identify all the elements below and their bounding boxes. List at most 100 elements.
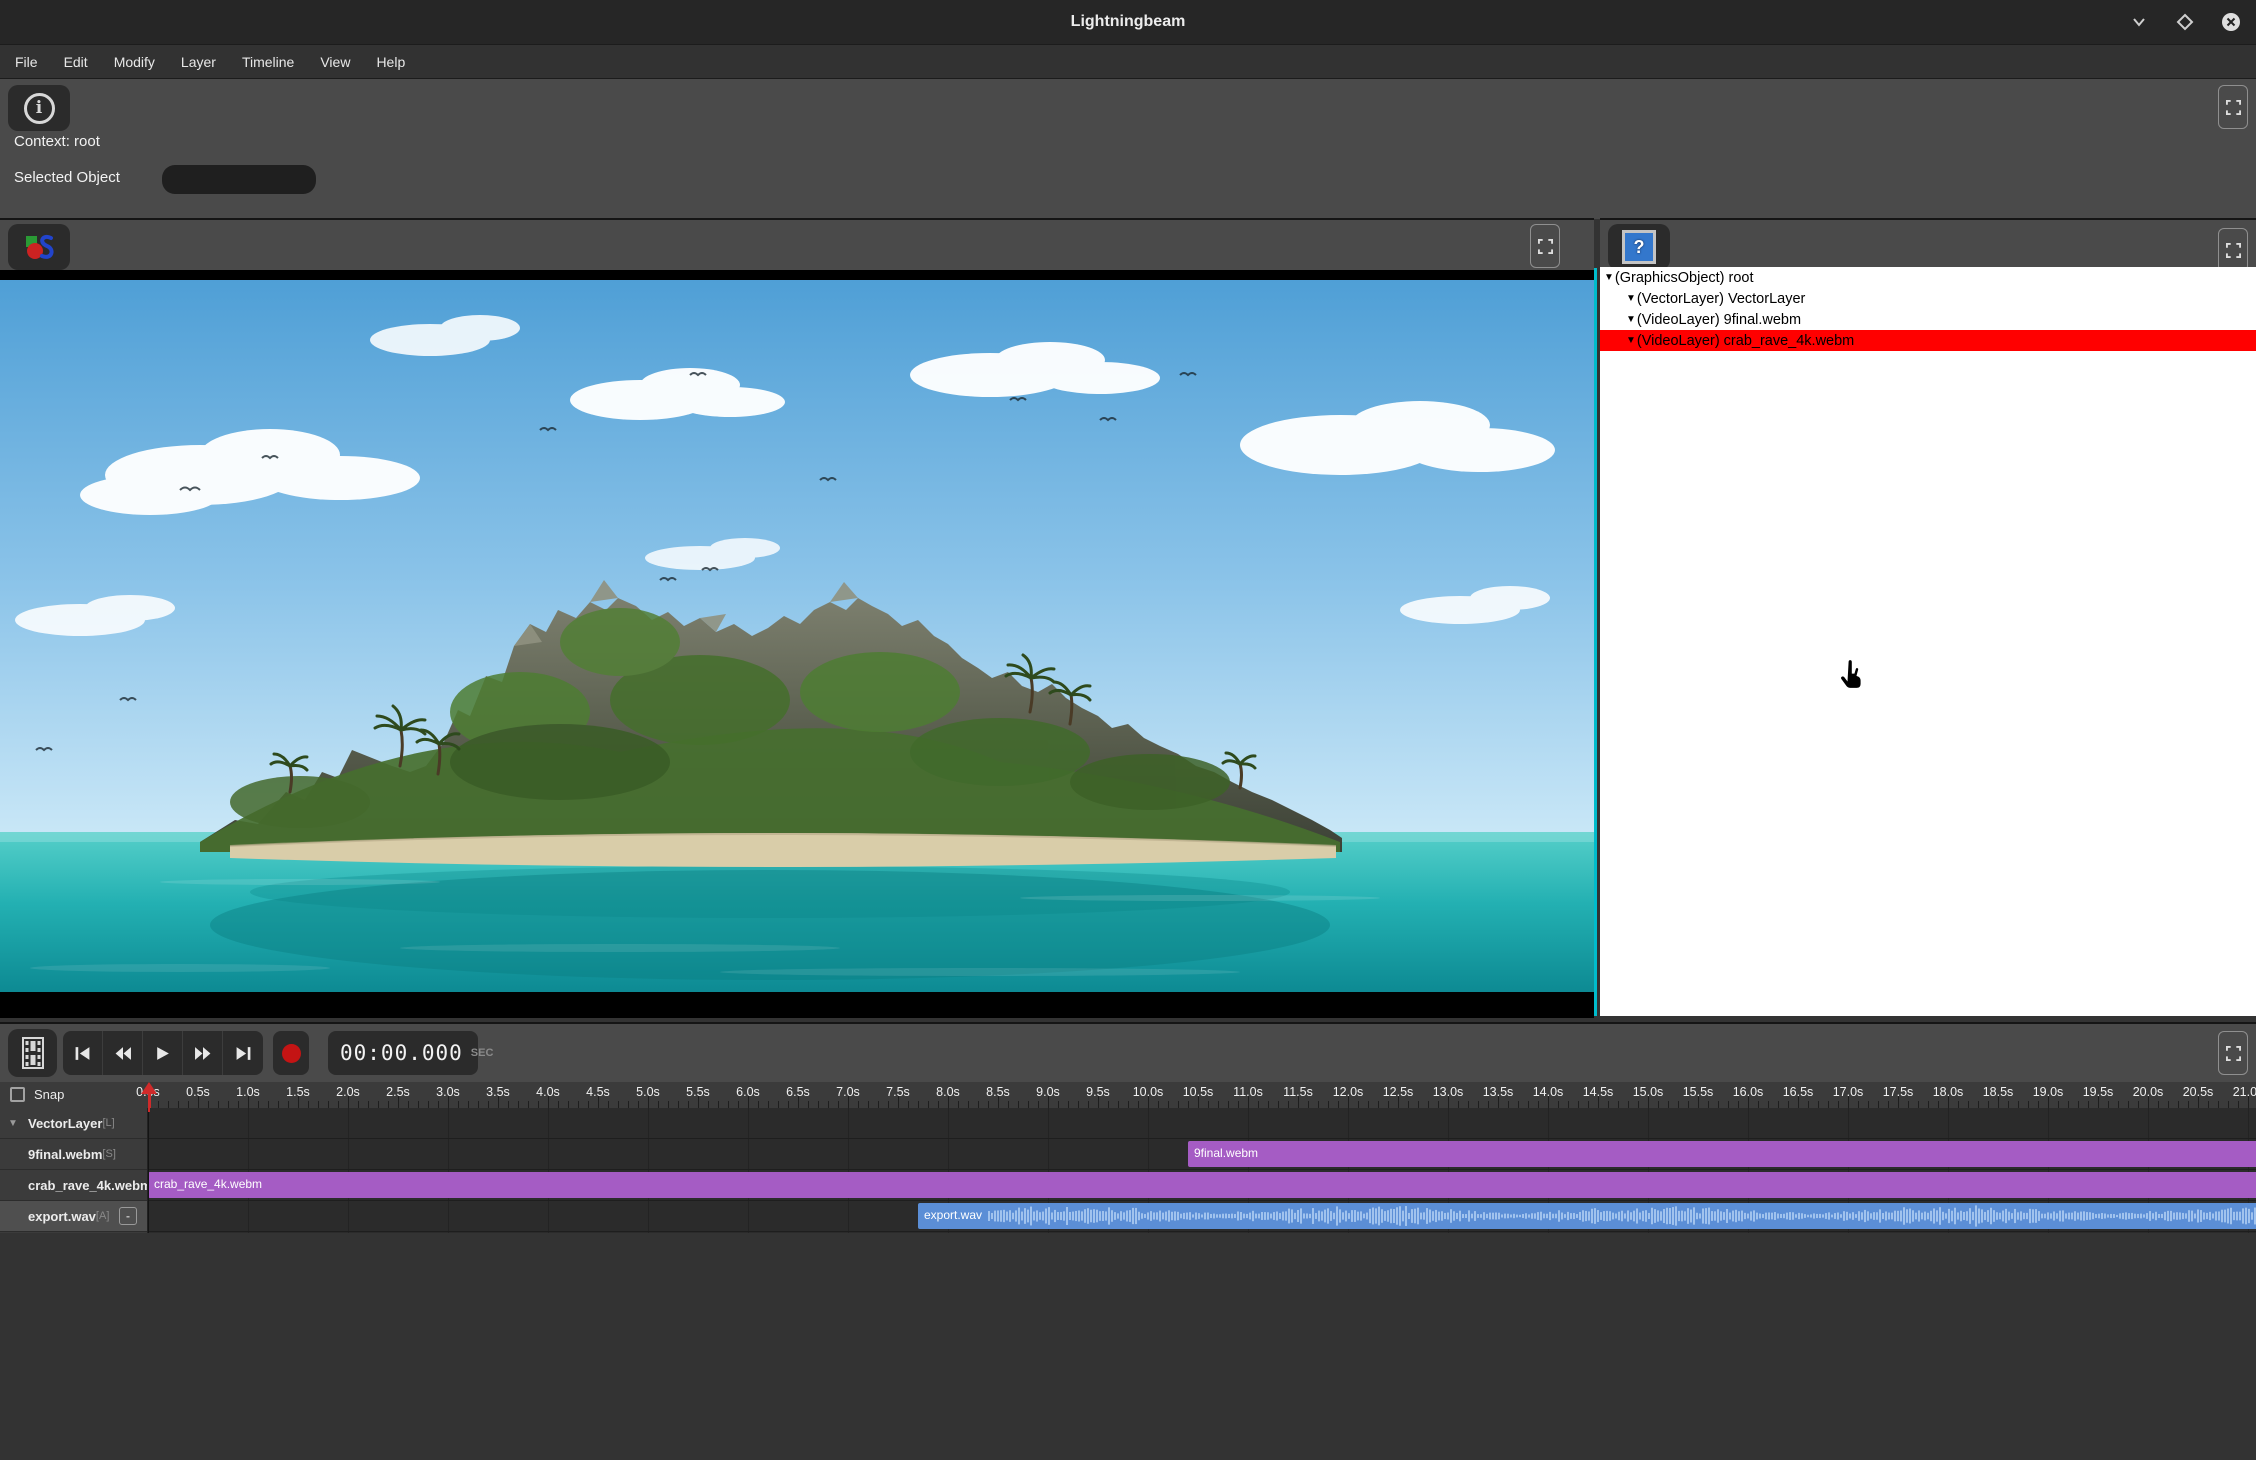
skip-to-end-icon xyxy=(235,1045,252,1062)
menu-item-edit[interactable]: Edit xyxy=(51,54,101,70)
track-label-9final.webm[interactable]: 9final.webm[S] xyxy=(0,1139,147,1170)
maximize-button[interactable] xyxy=(2174,11,2196,33)
ruler-tick xyxy=(1238,1101,1239,1108)
ruler-tick xyxy=(1788,1101,1789,1108)
ruler-tick xyxy=(1358,1101,1359,1108)
menu-item-file[interactable]: File xyxy=(2,54,51,70)
play-button[interactable] xyxy=(143,1031,183,1075)
outline-tab[interactable]: ? xyxy=(1608,224,1670,270)
ruler-tick xyxy=(1938,1101,1939,1108)
track-lanes[interactable]: 9final.webm crab_rave_4k.webm export.wav xyxy=(148,1108,2256,1233)
ruler-tick xyxy=(638,1101,639,1108)
ruler-tick xyxy=(2028,1101,2029,1108)
ruler-tick xyxy=(578,1101,579,1108)
ruler-tick xyxy=(1508,1101,1509,1108)
ruler-tick-label: 19.0s xyxy=(2033,1085,2064,1099)
ruler-tick xyxy=(308,1101,309,1108)
record-button[interactable] xyxy=(273,1031,309,1075)
ruler-tick xyxy=(468,1101,469,1108)
tree-item[interactable]: ▼(GraphicsObject) root xyxy=(1600,267,2256,288)
track-lane-crab_rave_4k.webm[interactable]: crab_rave_4k.webm xyxy=(148,1170,2256,1201)
ruler-tick xyxy=(1578,1101,1579,1108)
ruler-tick xyxy=(778,1101,779,1108)
ruler-tick xyxy=(628,1101,629,1108)
ruler-tick xyxy=(1328,1101,1329,1108)
tree-item[interactable]: ▼(VectorLayer) VectorLayer xyxy=(1600,288,2256,309)
ruler-tick xyxy=(1738,1101,1739,1108)
ruler-tick xyxy=(1468,1101,1469,1108)
ruler-tick xyxy=(2218,1101,2219,1108)
info-panel-expand-button[interactable] xyxy=(2218,85,2248,129)
track-label-VectorLayer[interactable]: ▼VectorLayer[L] xyxy=(0,1108,147,1139)
ruler-tick-label: 9.0s xyxy=(1036,1085,1060,1099)
clip-label: crab_rave_4k.webm xyxy=(154,1177,262,1191)
tree-item[interactable]: ▼(VideoLayer) 9final.webm xyxy=(1600,309,2256,330)
ruler-tick-label: 16.0s xyxy=(1733,1085,1764,1099)
menu-item-view[interactable]: View xyxy=(307,54,363,70)
time-unit: SEC xyxy=(471,1047,494,1059)
ruler-tick xyxy=(1378,1101,1379,1108)
ruler-tick xyxy=(608,1101,609,1108)
ruler-tick xyxy=(278,1101,279,1108)
track-label-export.wav[interactable]: export.wav[A]- xyxy=(0,1201,147,1232)
ruler-tick-label: 4.5s xyxy=(586,1085,610,1099)
menu-item-help[interactable]: Help xyxy=(363,54,418,70)
tree-expand-arrow[interactable]: ▼ xyxy=(1604,272,1614,283)
track-lane-VectorLayer[interactable] xyxy=(148,1108,2256,1139)
rewind-button[interactable] xyxy=(103,1031,143,1075)
stage-tab[interactable] xyxy=(8,224,70,270)
menu-item-timeline[interactable]: Timeline xyxy=(229,54,307,70)
panel-divider[interactable] xyxy=(1594,268,1597,1016)
timeline-tab[interactable] xyxy=(8,1029,57,1077)
ruler-tick xyxy=(1058,1101,1059,1108)
collapse-arrow-icon[interactable]: ▼ xyxy=(8,1118,18,1129)
ruler-tick xyxy=(178,1101,179,1108)
tree-expand-arrow[interactable]: ▼ xyxy=(1626,293,1636,304)
ruler-tick xyxy=(1368,1101,1369,1108)
ruler-tick xyxy=(618,1101,619,1108)
snap-checkbox[interactable] xyxy=(10,1087,25,1102)
ruler-tick xyxy=(1158,1101,1159,1108)
object-tree: ▼(GraphicsObject) root▼(VectorLayer) Vec… xyxy=(1600,267,2256,1016)
tree-expand-arrow[interactable]: ▼ xyxy=(1626,335,1636,346)
track-lane-export.wav[interactable]: export.wav xyxy=(148,1201,2256,1232)
ruler-tick xyxy=(1418,1101,1419,1108)
close-button[interactable] xyxy=(2220,11,2242,33)
skip-to-end-button[interactable] xyxy=(223,1031,263,1075)
clip-9final.webm[interactable]: 9final.webm xyxy=(1188,1141,2256,1167)
ruler-tick-label: 13.5s xyxy=(1483,1085,1514,1099)
info-tab[interactable]: i xyxy=(8,85,70,131)
stage-panel-expand-button[interactable] xyxy=(1530,224,1560,268)
selected-object-input[interactable] xyxy=(162,165,316,194)
ruler-tick xyxy=(1028,1101,1029,1108)
playhead-stem xyxy=(148,1090,151,1108)
outline-panel-expand-button[interactable] xyxy=(2218,228,2248,272)
timeline-ruler[interactable]: Snap 0.0s0.5s1.0s1.5s2.0s2.5s3.0s3.5s4.0… xyxy=(0,1082,2256,1108)
ruler-tick-label: 19.5s xyxy=(2083,1085,2114,1099)
track-toggle-box[interactable]: - xyxy=(119,1207,137,1225)
minimize-button[interactable] xyxy=(2128,11,2150,33)
menu-item-modify[interactable]: Modify xyxy=(101,54,168,70)
stage-canvas[interactable] xyxy=(0,270,1594,1018)
ruler-tick xyxy=(688,1101,689,1108)
skip-to-start-button[interactable] xyxy=(63,1031,103,1075)
ruler-tick-label: 3.5s xyxy=(486,1085,510,1099)
time-value: 00:00.000 xyxy=(340,1041,463,1065)
ruler-tick xyxy=(1018,1101,1019,1108)
ruler-tick-label: 15.5s xyxy=(1683,1085,1714,1099)
clip-crab_rave_4k.webm[interactable]: crab_rave_4k.webm xyxy=(148,1172,2256,1198)
clip-export.wav[interactable]: export.wav xyxy=(918,1203,2256,1229)
timeline-tracks: 9final.webm crab_rave_4k.webm export.wav ▼… xyxy=(0,1108,2256,1233)
tree-expand-arrow[interactable]: ▼ xyxy=(1626,314,1636,325)
fast-forward-button[interactable] xyxy=(183,1031,223,1075)
ruler-tick xyxy=(288,1101,289,1108)
track-lane-9final.webm[interactable]: 9final.webm xyxy=(148,1139,2256,1170)
tree-item[interactable]: ▼(VideoLayer) crab_rave_4k.webm xyxy=(1600,330,2256,351)
ruler-tick xyxy=(1658,1101,1659,1108)
ruler-tick xyxy=(588,1101,589,1108)
ruler-tick xyxy=(1078,1101,1079,1108)
ruler-tick xyxy=(858,1101,859,1108)
timeline-panel-expand-button[interactable] xyxy=(2218,1031,2248,1075)
track-label-crab_rave_4k.webm[interactable]: crab_rave_4k.webm[S] xyxy=(0,1170,147,1201)
menu-item-layer[interactable]: Layer xyxy=(168,54,229,70)
